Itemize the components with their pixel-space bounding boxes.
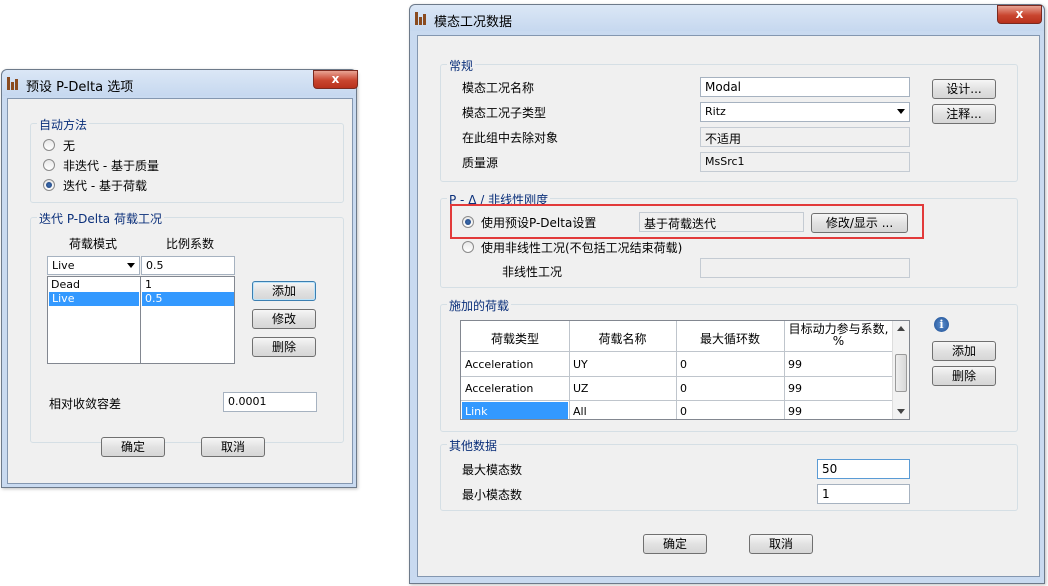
pattern-list[interactable]: Dead 1 Live 0.5 — [47, 276, 235, 364]
radio-mass-based-label: 非迭代 - 基于质量 — [63, 159, 159, 173]
header-load-name: 荷载名称 — [598, 332, 647, 346]
iterative-loads-group: 迭代 P-Delta 荷载工况 荷载模式 比例系数 Live 0.5 Dead … — [30, 210, 344, 443]
min-modes-label: 最小模态数 — [462, 488, 523, 502]
close-button[interactable]: x — [313, 70, 358, 89]
loads-label: 施加的荷载 — [447, 297, 512, 314]
scale-input[interactable]: 0.5 — [141, 256, 235, 275]
nonlinear-case-field — [700, 258, 910, 278]
highlight-box — [450, 204, 924, 239]
dialog-client: 常规 模态工况名称 Modal 模态工况子类型 Ritz 在此组中去除对象 不适… — [417, 35, 1040, 577]
exclude-field: 不适用 — [700, 127, 910, 147]
ok-button[interactable]: 确定 — [101, 437, 165, 457]
max-modes-label: 最大模态数 — [462, 463, 523, 477]
other-data-label: 其他数据 — [447, 437, 500, 454]
subtype-select[interactable]: Ritz — [700, 102, 910, 122]
cell-load-name: All — [573, 405, 587, 418]
scroll-thumb[interactable] — [895, 354, 907, 392]
chevron-down-icon — [897, 109, 905, 114]
modal-case-dialog: 模态工况数据 x 常规 模态工况名称 Modal 模态工况子类型 Ritz 在此… — [409, 4, 1045, 584]
cell-target-ratio: 99 — [788, 405, 802, 418]
dialog-client: 自动方法 无 非迭代 - 基于质量 迭代 - 基于荷载 迭代 P-Delta 荷… — [7, 98, 353, 484]
col-pattern-header: 荷载模式 — [69, 237, 118, 251]
exclude-label: 在此组中去除对象 — [462, 131, 559, 145]
table-row[interactable]: Acceleration UZ 0 99 — [461, 377, 892, 400]
nonlinear-case-label: 非线性工况 — [502, 265, 563, 279]
list-row-1-pattern[interactable]: Dead — [48, 278, 140, 291]
cell-max-cycles: 0 — [680, 382, 687, 395]
pdelta-options-dialog: 预设 P-Delta 选项 x 自动方法 无 非迭代 - 基于质量 迭代 - 基… — [1, 69, 358, 488]
add-button[interactable]: 添加 — [252, 281, 316, 301]
app-icon — [415, 12, 430, 25]
cell-load-name: UZ — [573, 382, 589, 395]
list-row-2-scale[interactable]: 0.5 — [142, 292, 234, 306]
cell-load-type: Acceleration — [465, 382, 534, 395]
max-modes-input[interactable]: 50 — [817, 459, 910, 479]
chevron-down-icon — [127, 263, 135, 268]
design-button[interactable]: 设计... — [932, 79, 996, 99]
radio-load-based[interactable] — [43, 179, 55, 191]
radio-none[interactable] — [43, 139, 55, 151]
loads-group: 施加的荷载 荷载类型 荷载名称 最大循环数 目标动力参与系数, % Accele… — [440, 297, 1018, 432]
case-name-input[interactable]: Modal — [700, 77, 910, 97]
cell-target-ratio: 99 — [788, 382, 802, 395]
subtype-select-value: Ritz — [705, 105, 726, 118]
cell-load-name: UY — [573, 358, 588, 371]
mass-source-field: MsSrc1 — [700, 152, 910, 172]
cell-max-cycles: 0 — [680, 358, 687, 371]
header-load-type: 荷载类型 — [490, 332, 539, 346]
mass-source-label: 质量源 — [462, 156, 499, 170]
header-target-ratio: 目标动力参与系数, % — [788, 322, 889, 348]
radio-load-based-label: 迭代 - 基于荷载 — [63, 179, 147, 193]
other-data-group: 其他数据 最大模态数 50 最小模态数 1 — [440, 437, 1018, 511]
close-button[interactable]: x — [997, 5, 1042, 24]
dialog-title: 模态工况数据 — [434, 15, 513, 30]
min-modes-input[interactable]: 1 — [817, 484, 910, 504]
table-scrollbar[interactable] — [892, 321, 909, 419]
list-row-2-pattern[interactable]: Live — [49, 292, 139, 306]
dialog-title: 预设 P-Delta 选项 — [26, 80, 134, 95]
title-bar[interactable]: 模态工况数据 x — [410, 5, 1044, 31]
table-row[interactable]: Acceleration UY 0 99 — [461, 353, 892, 376]
cancel-button[interactable]: 取消 — [749, 534, 813, 554]
loads-add-button[interactable]: 添加 — [932, 341, 996, 361]
list-row-1-scale[interactable]: 1 — [142, 278, 234, 291]
modify-button[interactable]: 修改 — [252, 309, 316, 329]
header-max-cycles: 最大循环数 — [699, 332, 760, 346]
notes-button[interactable]: 注释... — [932, 104, 996, 124]
cancel-button[interactable]: 取消 — [201, 437, 265, 457]
col-scale-header: 比例系数 — [166, 237, 215, 251]
nonlinear-case-option-label: 使用非线性工况(不包括工况结束荷载) — [481, 241, 683, 255]
case-name-label: 模态工况名称 — [462, 81, 535, 95]
loads-delete-button[interactable]: 删除 — [932, 366, 996, 386]
app-icon — [7, 77, 22, 90]
radio-nonlinear-case[interactable] — [462, 241, 474, 253]
cell-max-cycles: 0 — [680, 405, 687, 418]
cell-load-type: Link — [462, 402, 568, 419]
table-row[interactable]: Link All 0 99 — [461, 401, 892, 419]
auto-method-group: 自动方法 无 非迭代 - 基于质量 迭代 - 基于荷载 — [30, 116, 344, 203]
radio-mass-based[interactable] — [43, 159, 55, 171]
tolerance-input[interactable]: 0.0001 — [223, 392, 317, 412]
title-bar[interactable]: 预设 P-Delta 选项 x — [2, 70, 358, 96]
subtype-label: 模态工况子类型 — [462, 106, 547, 120]
pattern-select[interactable]: Live — [47, 256, 140, 275]
cell-load-type: Acceleration — [465, 358, 534, 371]
cell-target-ratio: 99 — [788, 358, 802, 371]
general-label: 常规 — [447, 57, 476, 74]
delete-button[interactable]: 删除 — [252, 337, 316, 357]
general-group: 常规 模态工况名称 Modal 模态工况子类型 Ritz 在此组中去除对象 不适… — [440, 57, 1018, 182]
radio-none-label: 无 — [63, 139, 76, 153]
pattern-select-value: Live — [52, 259, 75, 272]
loads-table[interactable]: 荷载类型 荷载名称 最大循环数 目标动力参与系数, % Acceleration… — [460, 320, 910, 420]
tolerance-label: 相对收敛容差 — [49, 397, 122, 411]
info-icon[interactable]: i — [934, 317, 949, 332]
auto-method-label: 自动方法 — [37, 116, 90, 133]
scroll-up-icon[interactable] — [897, 326, 905, 331]
scroll-down-icon[interactable] — [897, 409, 905, 414]
iterative-loads-label: 迭代 P-Delta 荷载工况 — [37, 210, 164, 227]
ok-button[interactable]: 确定 — [643, 534, 707, 554]
